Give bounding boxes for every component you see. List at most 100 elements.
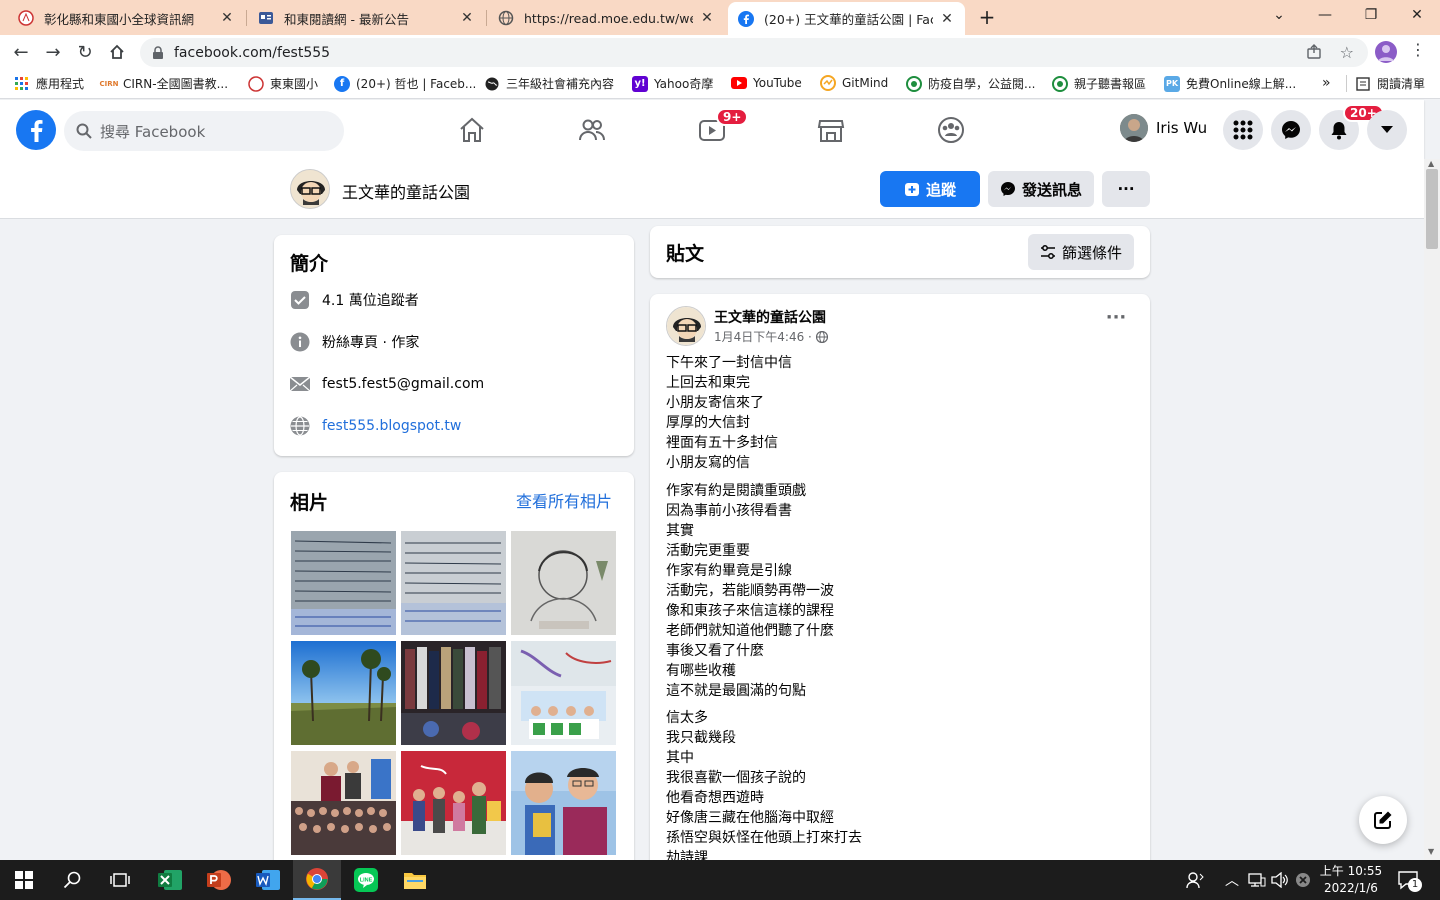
email-row[interactable]: fest5.fest5@gmail.com [290, 374, 484, 394]
tray-chevron-up-icon[interactable]: ︿ [1225, 870, 1239, 890]
tab-search-chevron[interactable]: ⌄ [1256, 0, 1302, 30]
follow-button[interactable]: 追蹤 [880, 171, 980, 207]
search-input[interactable]: 搜尋 Facebook [64, 111, 344, 151]
bookmark-online[interactable]: PK 免費Online線上解... [1164, 75, 1296, 92]
photo-thumbnail[interactable] [401, 531, 506, 635]
taskbar-file-explorer[interactable] [391, 860, 439, 900]
bookmark-youtube[interactable]: YouTube [731, 75, 802, 91]
send-message-button[interactable]: 發送訊息 [988, 171, 1094, 207]
reading-list-button[interactable]: 閱讀清單 [1346, 75, 1425, 92]
nav-marketplace[interactable] [775, 110, 887, 150]
bookmark-zheye[interactable]: f (20+) 哲也 | Faceb... [334, 75, 476, 92]
action-center-button[interactable]: 1 [1398, 870, 1422, 892]
post-more-button[interactable]: ··· [1104, 308, 1128, 332]
facebook-logo-icon[interactable] [16, 110, 56, 150]
nav-friends[interactable] [536, 110, 648, 150]
folder-icon [403, 870, 427, 890]
bookmark-audiobook[interactable]: 親子聽書報區 [1052, 75, 1146, 92]
back-button[interactable]: ← [8, 39, 34, 65]
bookmark-gitmind[interactable]: GitMind [820, 75, 888, 91]
messenger-button[interactable] [1271, 110, 1311, 150]
photo-thumbnail[interactable] [401, 751, 506, 855]
start-button[interactable] [0, 860, 48, 900]
restore-button[interactable]: ❐ [1348, 0, 1394, 30]
taskbar-chrome[interactable] [293, 860, 341, 900]
account-button[interactable] [1367, 110, 1407, 150]
close-icon[interactable]: ✕ [219, 10, 235, 26]
word-icon [256, 869, 280, 891]
scroll-down-arrow[interactable]: ▼ [1428, 847, 1434, 856]
task-view-button[interactable] [96, 860, 144, 900]
reload-button[interactable]: ↻ [72, 39, 98, 65]
address-bar[interactable]: facebook.com/fest555 ☆ [140, 38, 1368, 67]
tab-facebook[interactable]: (20+) 王文華的童話公園 | Faceb ✕ [728, 2, 965, 35]
scrollbar-thumb[interactable] [1426, 169, 1438, 249]
taskbar-word[interactable] [244, 860, 292, 900]
page-name[interactable]: 王文華的童話公園 [342, 179, 470, 203]
tab-school-site[interactable]: 彰化縣和東國小全球資訊網 ✕ [8, 4, 245, 32]
photo-thumbnail[interactable] [511, 641, 616, 745]
bookmark-cirn[interactable]: CIRN CIRN-全國圖書教... [100, 75, 229, 92]
photo-thumbnail[interactable] [291, 531, 396, 635]
network-icon[interactable] [1248, 872, 1266, 888]
search-icon [76, 123, 92, 139]
bookmark-dongdong[interactable]: 東東國小 [248, 75, 318, 92]
taskbar-powerpoint[interactable] [195, 860, 243, 900]
photo-thumbnail[interactable] [401, 641, 506, 745]
post-line: 厚厚的大信封 [666, 415, 750, 431]
window-close-button[interactable]: ✕ [1394, 0, 1440, 30]
page-more-button[interactable]: ··· [1102, 171, 1150, 207]
taskbar-search-button[interactable] [48, 860, 96, 900]
taskbar-line[interactable]: LINE [342, 860, 390, 900]
filter-button[interactable]: 篩選條件 [1028, 234, 1134, 270]
home-button[interactable] [104, 39, 130, 65]
forward-button[interactable]: → [40, 39, 66, 65]
checkbox-icon [290, 290, 310, 310]
new-message-button[interactable] [1359, 796, 1407, 844]
task-view-icon [110, 871, 130, 889]
bookmark-apps[interactable]: 應用程式 [14, 75, 84, 92]
tab-moe-read[interactable]: https://read.moe.edu.tw/web-r ✕ [488, 4, 725, 32]
tab-reading-news[interactable]: 和東閱讀網 - 最新公告 ✕ [248, 4, 485, 32]
people-icon[interactable] [1186, 871, 1204, 889]
photo-thumbnail[interactable] [511, 751, 616, 855]
chrome-menu-icon[interactable]: ⋮ [1410, 40, 1426, 59]
close-icon[interactable]: ✕ [939, 11, 955, 27]
bookmark-social[interactable]: 三年級社會補充內容 [484, 75, 614, 92]
bookmark-star-icon[interactable]: ☆ [1340, 43, 1354, 62]
clock[interactable]: 上午 10:55 2022/1/6 [1318, 863, 1384, 897]
menu-button[interactable] [1223, 110, 1263, 150]
nav-home[interactable] [416, 110, 528, 150]
taskbar-excel[interactable] [146, 860, 194, 900]
close-icon[interactable]: ✕ [699, 10, 715, 26]
close-icon[interactable]: ✕ [459, 10, 475, 26]
photo-thumbnail[interactable] [511, 531, 616, 635]
page-scrollbar[interactable]: ▲ ▼ [1424, 159, 1440, 860]
website-link[interactable]: fest555.blogspot.tw [322, 418, 461, 434]
bookmark-yahoo[interactable]: y! Yahoo奇摩 [632, 75, 713, 92]
post-author-avatar[interactable] [666, 306, 706, 346]
followers-count: 4.1 萬位追蹤者 [322, 293, 419, 309]
volume-icon[interactable] [1271, 872, 1289, 888]
user-profile-link[interactable]: Iris Wu [1120, 114, 1207, 142]
info-icon [290, 332, 310, 352]
nav-watch[interactable]: 9+ [656, 108, 768, 150]
page-avatar[interactable] [290, 169, 330, 209]
notifications-button[interactable]: 20+ [1319, 104, 1384, 150]
photo-thumbnail[interactable] [291, 641, 396, 745]
ime-status-icon[interactable] [1295, 872, 1311, 888]
website-row[interactable]: fest555.blogspot.tw [290, 416, 461, 436]
see-all-photos-link[interactable]: 查看所有相片 [516, 488, 612, 512]
new-tab-button[interactable]: + [976, 6, 998, 28]
bookmark-selfstudy[interactable]: 防疫自學，公益閱... [906, 75, 1035, 92]
post-timestamp[interactable]: 1月4日下午4:46 · [714, 328, 828, 345]
nav-groups[interactable] [895, 110, 1007, 150]
profile-avatar[interactable] [1375, 41, 1397, 63]
share-icon[interactable] [1306, 44, 1322, 60]
post-author-name[interactable]: 王文華的童話公園 [714, 307, 826, 327]
post-card: 王文華的童話公園 1月4日下午4:46 · ··· 下午來了一封信中信 上回去和… [650, 294, 1150, 874]
photo-thumbnail[interactable] [291, 751, 396, 855]
minimize-button[interactable]: — [1302, 0, 1348, 30]
scroll-up-arrow[interactable]: ▲ [1428, 159, 1434, 168]
bookmarks-overflow-button[interactable]: » [1322, 75, 1331, 91]
